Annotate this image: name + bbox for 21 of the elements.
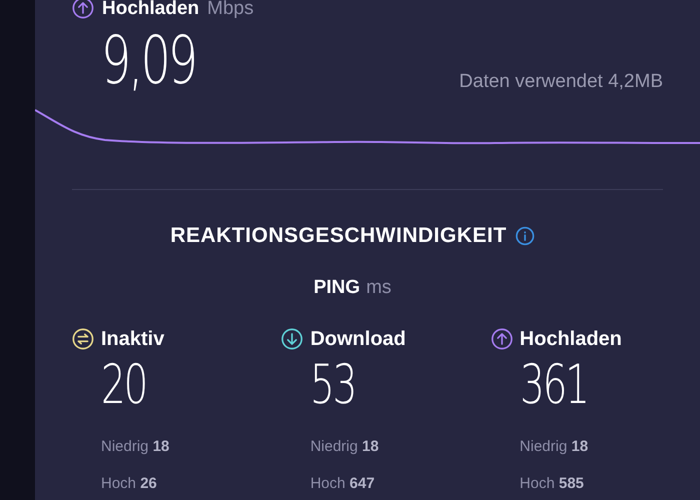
upload-unit: Mbps: [207, 0, 254, 18]
ping-type-label: Download: [310, 327, 406, 352]
low-reading: Niedrig 18: [310, 437, 380, 457]
low-reading: Niedrig 18: [101, 437, 170, 457]
ping-value: 20: [101, 358, 146, 412]
ping-value: 361: [520, 358, 588, 412]
low-reading: Niedrig 18: [520, 437, 590, 457]
ping-label: PING: [314, 276, 360, 300]
ping-value: 53: [310, 358, 356, 412]
high-reading: Hoch 26: [101, 474, 158, 494]
ping-type-label: Inaktiv: [101, 327, 164, 352]
high-reading: Hoch 585: [520, 474, 585, 494]
upload-speed: 9,09: [101, 28, 196, 94]
ping-type-label: Hochladen: [520, 327, 622, 352]
high-reading: Hoch 647: [310, 474, 376, 494]
ping-unit: ms: [366, 276, 392, 300]
upload-icon: [72, 0, 94, 19]
section-title: REAKTIONSGESCHWINDIGKEIT: [170, 223, 507, 249]
data-used: Daten verwendet 4,2MB: [459, 70, 663, 94]
info-icon[interactable]: [514, 226, 535, 246]
upload-label: Hochladen: [102, 0, 200, 18]
